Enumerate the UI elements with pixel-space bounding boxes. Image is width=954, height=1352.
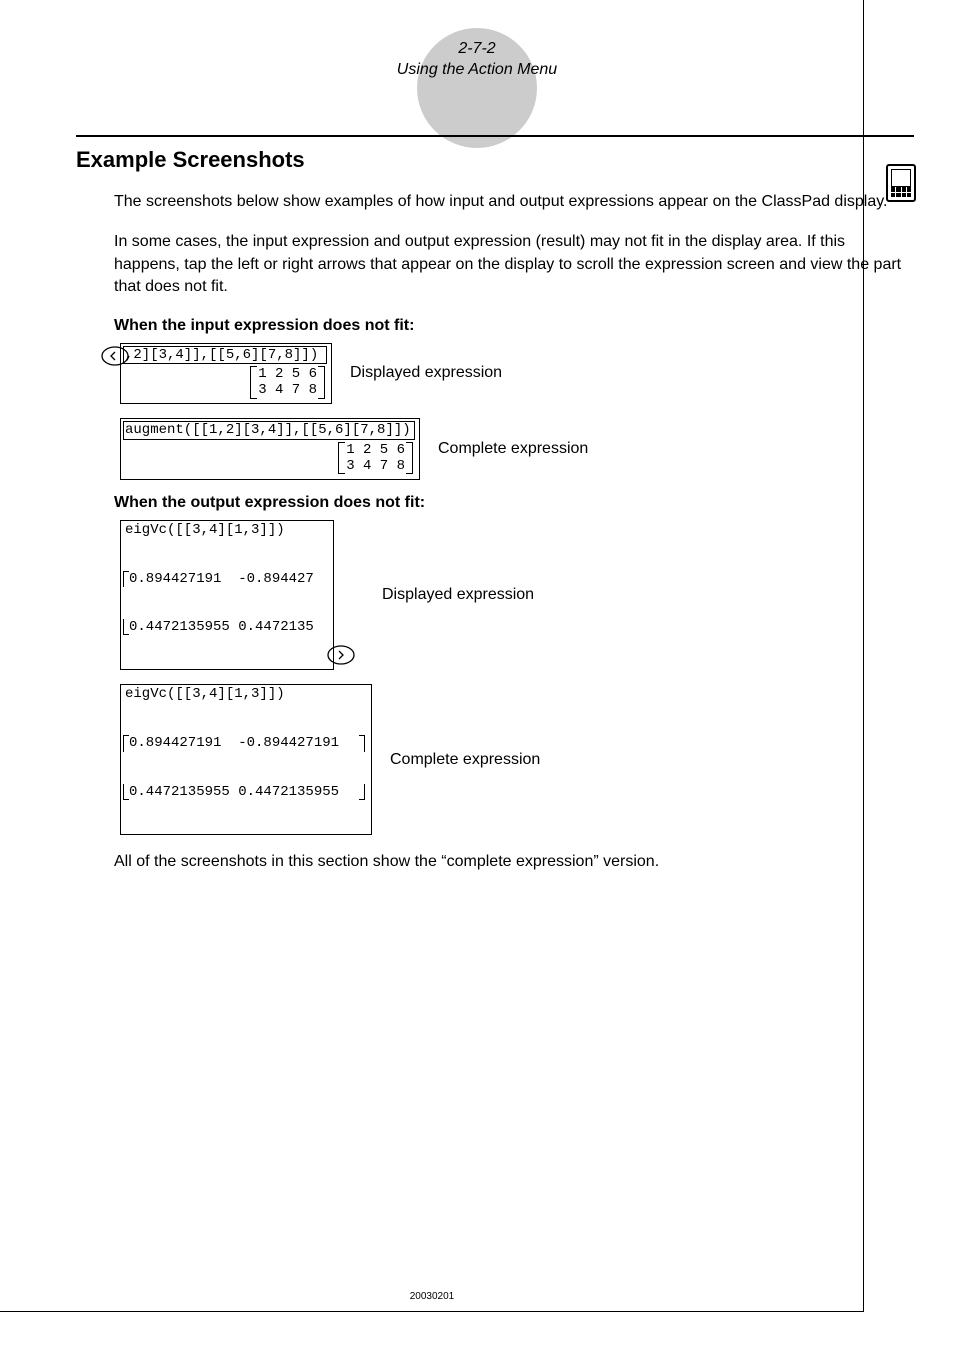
calc-screen-complete-output: eigVc([[3,4][1,3]]) 0.894427191 -0.89442… — [120, 684, 372, 835]
output-row-1: 0.894427191 -0.894427 — [123, 571, 331, 587]
input-expression: eigVc([[3,4][1,3]]) — [121, 521, 333, 539]
output-row-2: 0.4472135955 0.4472135955 — [123, 784, 365, 800]
header-subtitle: Using the Action Menu — [397, 61, 557, 79]
subheading-output: When the output expression does not fit: — [114, 494, 914, 512]
input-expression-truncated: ,2][3,4]],[[5,6][7,8]]) — [123, 346, 327, 365]
annotation-complete: Complete expression — [390, 751, 540, 769]
section-title: Example Screenshots — [76, 147, 914, 173]
header-badge-circle: 2-7-2 — [417, 28, 537, 148]
annotation-displayed: Displayed expression — [350, 364, 502, 382]
example-input-displayed: ,2][3,4]],[[5,6][7,8]]) 1 2 5 6 3 4 7 8 … — [120, 343, 914, 405]
page-number: 2-7-2 — [458, 40, 495, 58]
calc-screen-displayed-input: ,2][3,4]],[[5,6][7,8]]) 1 2 5 6 3 4 7 8 — [120, 343, 332, 405]
intro-paragraph-2: In some cases, the input expression and … — [114, 231, 914, 298]
example-output-complete: eigVc([[3,4][1,3]]) 0.894427191 -0.89442… — [120, 684, 914, 835]
annotation-complete: Complete expression — [438, 440, 588, 458]
input-expression-full: augment([[1,2][3,4]],[[5,6][7,8]]) — [123, 421, 415, 440]
result-matrix: 1 2 5 6 3 4 7 8 — [338, 442, 413, 474]
content-area: Example Screenshots The screenshots belo… — [76, 135, 914, 891]
result-matrix: 1 2 5 6 3 4 7 8 — [250, 366, 325, 398]
annotation-displayed: Displayed expression — [382, 586, 534, 604]
input-expression: eigVc([[3,4][1,3]]) — [121, 685, 371, 703]
subheading-input: When the input expression does not fit: — [114, 317, 914, 335]
example-output-displayed: eigVc([[3,4][1,3]]) 0.894427191 -0.89442… — [120, 520, 914, 671]
scroll-right-indicator-icon — [327, 645, 355, 665]
calc-screen-displayed-output: eigVc([[3,4][1,3]]) 0.894427191 -0.89442… — [120, 520, 334, 671]
output-row-1: 0.894427191 -0.894427191 — [123, 735, 365, 751]
calc-screen-complete-input: augment([[1,2][3,4]],[[5,6][7,8]]) 1 2 5… — [120, 418, 420, 480]
footer-code: 20030201 — [0, 1291, 864, 1302]
horizontal-rule — [76, 135, 914, 137]
output-row-2: 0.4472135955 0.4472135 — [123, 619, 331, 635]
example-input-complete: augment([[1,2][3,4]],[[5,6][7,8]]) 1 2 5… — [120, 418, 914, 480]
footer-paragraph: All of the screenshots in this section s… — [114, 851, 914, 873]
scroll-left-indicator-icon — [101, 346, 129, 366]
intro-paragraph-1: The screenshots below show examples of h… — [114, 191, 914, 213]
